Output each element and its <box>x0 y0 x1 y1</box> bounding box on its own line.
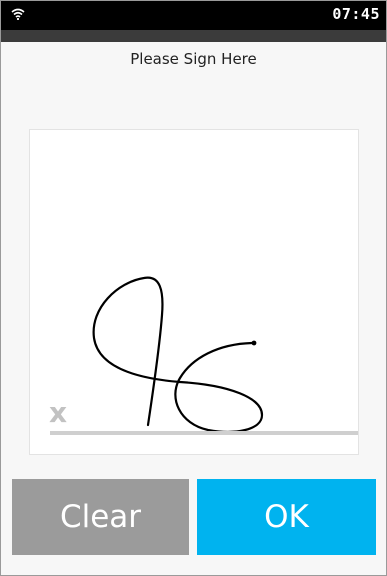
page-title: Please Sign Here <box>130 50 257 68</box>
signature-stroke <box>92 276 264 433</box>
clear-button[interactable]: Clear <box>12 479 189 555</box>
signature-baseline <box>50 431 358 435</box>
ok-button[interactable]: OK <box>197 479 376 555</box>
wifi-icon <box>11 8 25 20</box>
signature-x-mark: x <box>49 396 68 429</box>
signature-pad[interactable]: x <box>29 129 359 455</box>
device-screen: 07:45 Please Sign Here x Clear OK <box>0 0 387 576</box>
clock: 07:45 <box>332 5 380 23</box>
header-bar <box>1 30 386 42</box>
status-bar: 07:45 <box>1 1 386 30</box>
